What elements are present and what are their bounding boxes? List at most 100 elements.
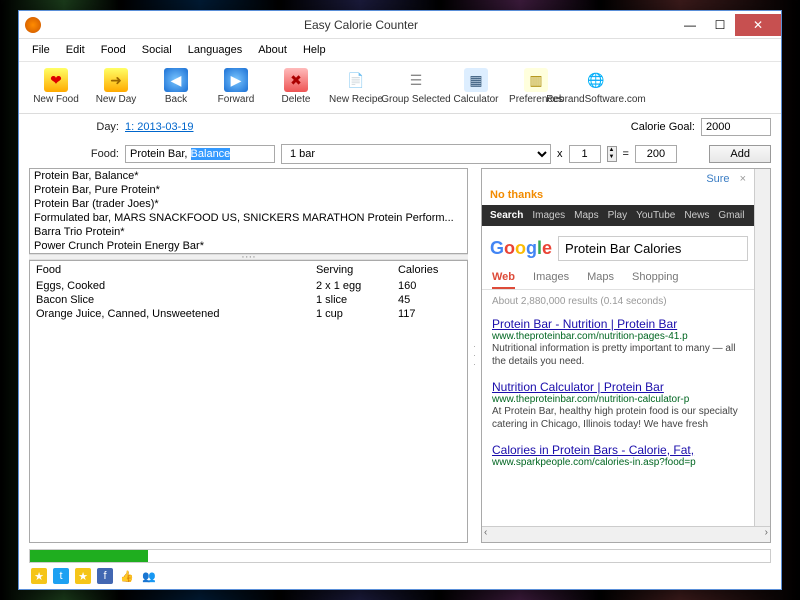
- progress-fill: [30, 550, 148, 562]
- menu-help[interactable]: Help: [296, 41, 333, 59]
- progress-bar: [29, 549, 771, 563]
- minimize-button[interactable]: —: [675, 14, 705, 36]
- gbar-search[interactable]: Search: [490, 210, 523, 221]
- toolbar: ❤New Food➜New Day◀Back▶Forward✖Delete📄Ne…: [19, 62, 781, 114]
- toolbar-forward[interactable]: ▶Forward: [207, 66, 265, 107]
- goal-input[interactable]: [701, 118, 771, 136]
- gtab-images[interactable]: Images: [533, 271, 569, 289]
- embedded-browser: Sure × No thanks Search Images Maps Play You…: [481, 168, 771, 543]
- menu-languages[interactable]: Languages: [181, 41, 249, 59]
- new-food-icon: ❤: [44, 68, 68, 92]
- google-logo: Google: [490, 238, 552, 259]
- search-result: Nutrition Calculator | Protein Barwww.th…: [482, 376, 754, 439]
- social-icon[interactable]: 👥: [141, 568, 157, 584]
- toolbar-delete[interactable]: ✖Delete: [267, 66, 325, 107]
- content-area: Protein Bar, Balance*Protein Bar, Pure P…: [19, 168, 781, 547]
- day-goal-row: Day: 1: 2013-03-19 Calorie Goal:: [19, 114, 781, 140]
- times-symbol: x: [557, 148, 563, 160]
- qty-input[interactable]: [569, 145, 601, 163]
- calories-result[interactable]: [635, 145, 677, 163]
- table-row[interactable]: Eggs, Cooked2 x 1 egg160: [30, 279, 467, 293]
- social-icon[interactable]: ★: [31, 568, 47, 584]
- suggestion-item[interactable]: Formulated bar, MARS SNACKFOOD US, SNICK…: [30, 211, 467, 225]
- spin-up-icon: ▲: [608, 147, 616, 154]
- browser-h-scrollbar[interactable]: ‹›: [482, 526, 770, 542]
- equals-symbol: =: [623, 148, 629, 160]
- close-button[interactable]: ✕: [735, 14, 781, 36]
- spin-down-icon: ▼: [608, 154, 616, 161]
- day-link[interactable]: 1: 2013-03-19: [125, 121, 194, 133]
- social-icon[interactable]: t: [53, 568, 69, 584]
- social-icon[interactable]: ★: [75, 568, 91, 584]
- result-link[interactable]: Protein Bar - Nutrition | Protein Bar: [492, 317, 677, 331]
- titlebar: Easy Calorie Counter — ☐ ✕: [19, 11, 781, 39]
- menu-file[interactable]: File: [25, 41, 57, 59]
- menu-food[interactable]: Food: [94, 41, 133, 59]
- social-icon[interactable]: 👍: [119, 568, 135, 584]
- calculator-icon: ▦: [464, 68, 488, 92]
- google-query-input[interactable]: [558, 236, 748, 261]
- google-bar: SearchImagesMapsPlayYouTubeNewsGmailSign…: [482, 205, 754, 226]
- delete-icon: ✖: [284, 68, 308, 92]
- table-row[interactable]: Bacon Slice1 slice45: [30, 293, 467, 307]
- back-icon: ◀: [164, 68, 188, 92]
- toolbar-new-day[interactable]: ➜New Day: [87, 66, 145, 107]
- toolbar-new-food[interactable]: ❤New Food: [27, 66, 85, 107]
- gbar-news[interactable]: News: [684, 210, 709, 221]
- gbar-youtube[interactable]: YouTube: [636, 210, 675, 221]
- browser-nothanks-link[interactable]: No thanks: [482, 189, 754, 205]
- new-recipe-icon: 📄: [344, 68, 368, 92]
- suggestion-item[interactable]: Protein Bar (trader Joes)*: [30, 197, 467, 211]
- preferences-icon: ▥: [524, 68, 548, 92]
- forward-icon: ▶: [224, 68, 248, 92]
- menu-about[interactable]: About: [251, 41, 294, 59]
- suggestion-item[interactable]: Barra Trio Protein*: [30, 225, 467, 239]
- result-link[interactable]: Nutrition Calculator | Protein Bar: [492, 380, 664, 394]
- gtab-web[interactable]: Web: [492, 271, 515, 289]
- left-pane: Protein Bar, Balance*Protein Bar, Pure P…: [29, 168, 468, 543]
- food-input[interactable]: Protein Bar, Balance: [125, 145, 275, 163]
- browser-close-icon[interactable]: ×: [740, 173, 746, 185]
- result-link[interactable]: Calories in Protein Bars - Calorie, Fat,: [492, 443, 694, 457]
- search-result: Calories in Protein Bars - Calorie, Fat,…: [482, 439, 754, 476]
- food-entry-row: Food: Protein Bar, Balance 1 bar x ▲▼ = …: [19, 140, 781, 168]
- toolbar-back[interactable]: ◀Back: [147, 66, 205, 107]
- serving-select[interactable]: 1 bar: [281, 144, 551, 164]
- goal-label: Calorie Goal:: [631, 121, 695, 133]
- search-result: Protein Bar - Nutrition | Protein Barwww…: [482, 313, 754, 376]
- gtab-maps[interactable]: Maps: [587, 271, 614, 289]
- gbar-maps[interactable]: Maps: [574, 210, 598, 221]
- menu-social[interactable]: Social: [135, 41, 179, 59]
- social-icon[interactable]: f: [97, 568, 113, 584]
- google-tabs: Web Images Maps Shopping: [482, 267, 754, 290]
- suggestion-list[interactable]: Protein Bar, Balance*Protein Bar, Pure P…: [29, 168, 468, 254]
- browser-sure-link[interactable]: Sure: [706, 173, 729, 185]
- toolbar-group-selected[interactable]: ☰Group Selected: [387, 66, 445, 107]
- browser-body: Sure × No thanks Search Images Maps Play You…: [482, 169, 754, 526]
- day-label: Day:: [29, 121, 119, 133]
- menu-edit[interactable]: Edit: [59, 41, 92, 59]
- browser-v-scrollbar[interactable]: [754, 169, 770, 526]
- maximize-button[interactable]: ☐: [705, 14, 735, 36]
- table-row[interactable]: Orange Juice, Canned, Unsweetened1 cup11…: [30, 307, 467, 321]
- food-label: Food:: [29, 148, 119, 160]
- gtab-shopping[interactable]: Shopping: [632, 271, 679, 289]
- toolbar-new-recipe[interactable]: 📄New Recipe: [327, 66, 385, 107]
- app-window: Easy Calorie Counter — ☐ ✕ FileEditFoodS…: [18, 10, 782, 590]
- gbar-gmail[interactable]: Gmail: [718, 210, 744, 221]
- qty-spinner[interactable]: ▲▼: [607, 146, 617, 162]
- window-controls: — ☐ ✕: [675, 14, 781, 36]
- toolbar-rebrandsoftware-com[interactable]: 🌐RebrandSoftware.com: [567, 66, 625, 107]
- group-selected-icon: ☰: [404, 68, 428, 92]
- menubar: FileEditFoodSocialLanguagesAboutHelp: [19, 39, 781, 62]
- food-log-table[interactable]: FoodServingCaloriesEggs, Cooked2 x 1 egg…: [29, 260, 468, 543]
- v-splitter[interactable]: [472, 168, 477, 543]
- window-title: Easy Calorie Counter: [47, 18, 675, 32]
- toolbar-calculator[interactable]: ▦Calculator: [447, 66, 505, 107]
- suggestion-item[interactable]: Protein Bar, Balance*: [30, 169, 467, 183]
- gbar-images[interactable]: Images: [532, 210, 565, 221]
- gbar-play[interactable]: Play: [608, 210, 627, 221]
- suggestion-item[interactable]: Protein Bar, Pure Protein*: [30, 183, 467, 197]
- add-button[interactable]: Add: [709, 145, 771, 163]
- app-icon: [25, 17, 41, 33]
